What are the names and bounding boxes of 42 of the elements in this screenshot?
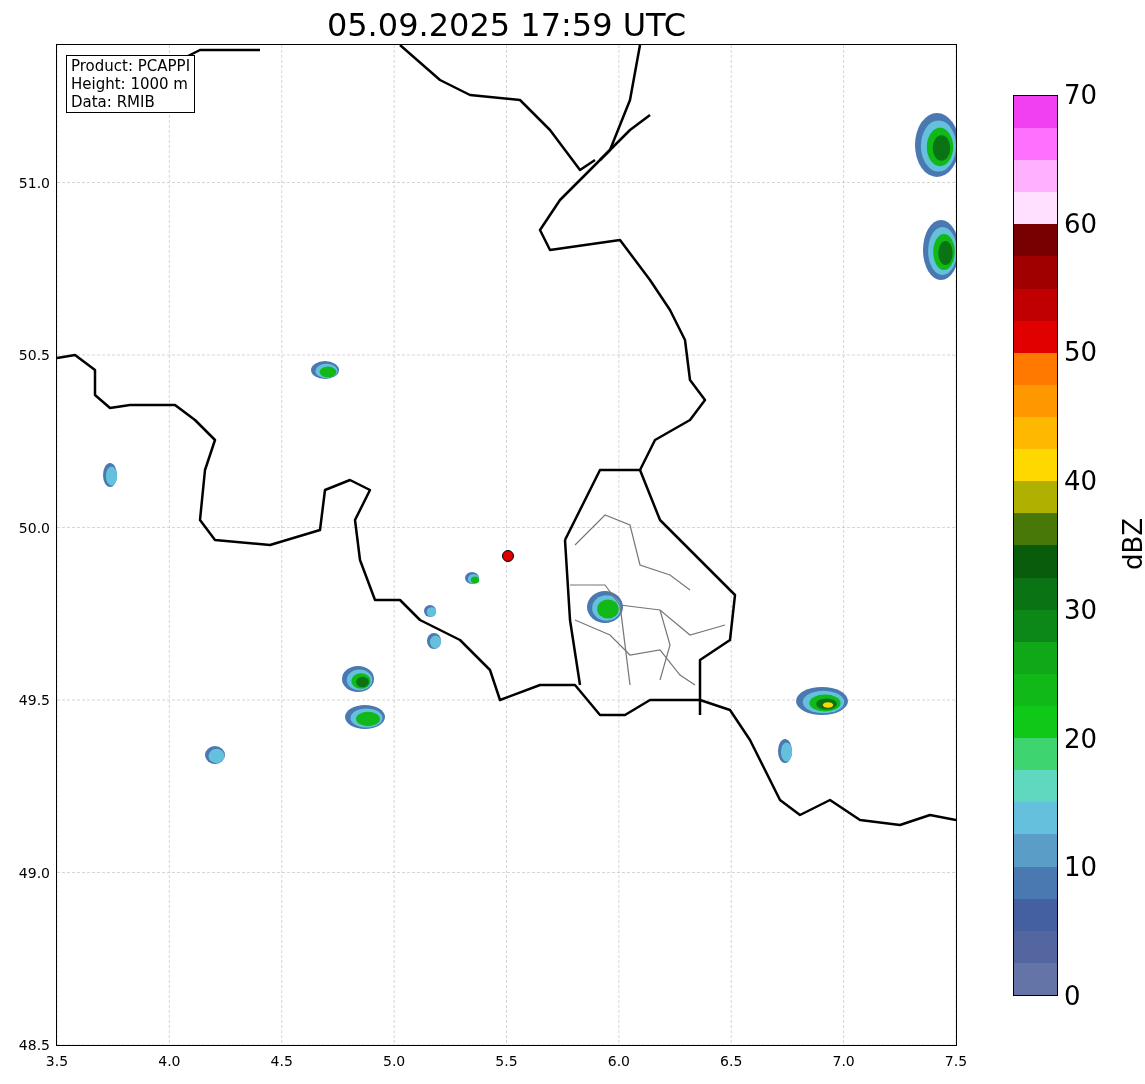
y-tick-label: 49.5 bbox=[18, 692, 50, 708]
radar-echo bbox=[427, 633, 442, 649]
y-tick-label: 48.5 bbox=[18, 1037, 50, 1053]
radar-echo bbox=[587, 591, 623, 623]
radar-echo bbox=[205, 746, 225, 764]
x-tick-label: 7.0 bbox=[832, 1053, 855, 1069]
colorbar-tick-label: 50 bbox=[1064, 337, 1098, 368]
colorbar-tick-label: 70 bbox=[1064, 80, 1098, 110]
colorbar-tick-label: 10 bbox=[1064, 852, 1098, 883]
y-tick-label: 50.5 bbox=[18, 347, 50, 363]
radar-echo bbox=[915, 113, 956, 177]
radar-station-marker bbox=[502, 550, 514, 562]
radar-echo bbox=[103, 463, 118, 487]
x-tick-label: 4.0 bbox=[158, 1053, 181, 1069]
colorbar-tick-label: 40 bbox=[1064, 466, 1098, 497]
radar-echo bbox=[342, 666, 374, 692]
y-tick-label: 49.0 bbox=[18, 864, 50, 881]
y-tick-label: 50.0 bbox=[18, 519, 50, 536]
x-tick-label: 5.0 bbox=[383, 1053, 406, 1069]
info-text: Product: PCAPPI bbox=[71, 57, 191, 75]
radar-echo bbox=[778, 739, 793, 763]
colorbar-tick-label: 20 bbox=[1064, 723, 1098, 754]
radar-echo bbox=[465, 572, 480, 584]
radar-echo bbox=[345, 705, 385, 729]
x-tick-label: 4.5 bbox=[270, 1053, 293, 1069]
info-text: Height: 1000 m bbox=[71, 75, 189, 93]
chart-title: 05.09.2025 17:59 UTC bbox=[326, 5, 687, 45]
colorbar-tick-label: 0 bbox=[1064, 981, 1081, 1011]
colorbar-label: dBZ bbox=[1118, 517, 1145, 570]
info-text: Data: RMIB bbox=[71, 93, 156, 111]
x-tick-label: 5.5 bbox=[495, 1053, 518, 1069]
x-tick-label: 3.5 bbox=[45, 1053, 69, 1069]
radar-echo bbox=[424, 605, 437, 617]
x-tick-label: 6.5 bbox=[720, 1053, 743, 1069]
radar-echo bbox=[311, 361, 339, 379]
colorbar-tick-label: 60 bbox=[1064, 208, 1098, 239]
x-tick-label: 7.5 bbox=[944, 1053, 968, 1069]
radar-echo bbox=[923, 220, 956, 280]
x-tick-label: 6.0 bbox=[607, 1053, 630, 1069]
radar-echo bbox=[796, 687, 848, 715]
colorbar-tick-label: 30 bbox=[1064, 594, 1098, 625]
y-tick-label: 51.0 bbox=[18, 174, 50, 191]
